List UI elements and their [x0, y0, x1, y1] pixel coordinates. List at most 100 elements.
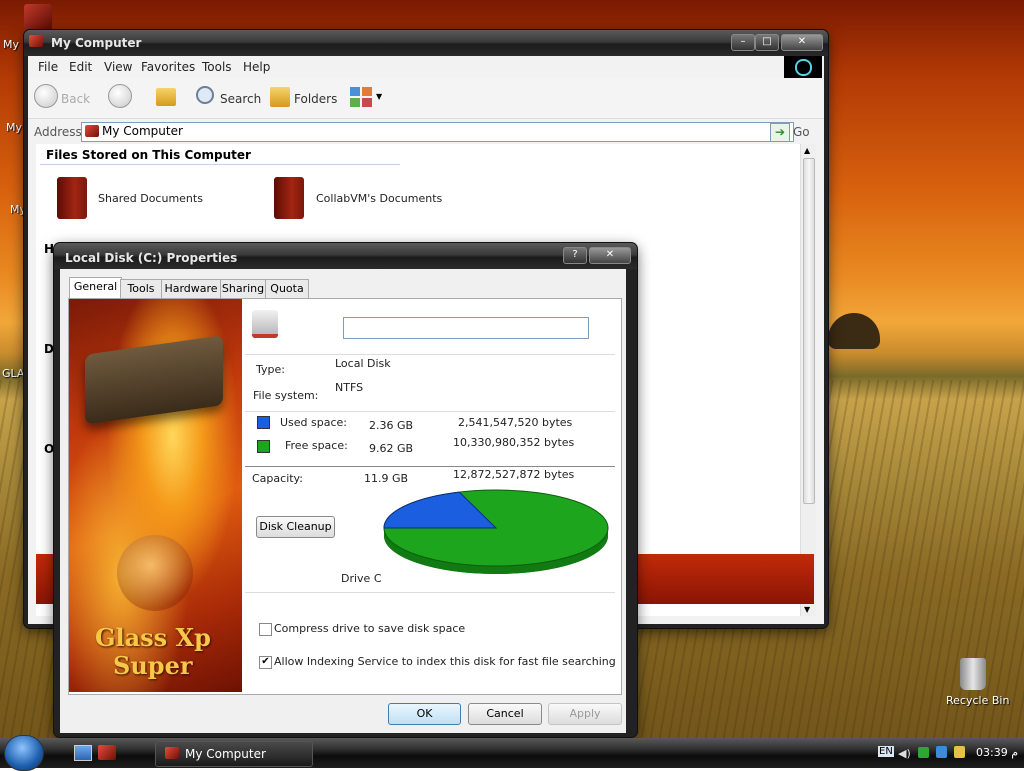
- divider-3: [245, 466, 615, 467]
- tab-sharing[interactable]: Sharing: [220, 279, 266, 299]
- used-space-label: Used space:: [280, 416, 348, 429]
- desktop-icon-my[interactable]: [24, 4, 52, 30]
- up-folder-icon[interactable]: [156, 88, 176, 106]
- disk-usage-pie: [383, 489, 609, 574]
- menu-favorites[interactable]: Favorites: [141, 60, 195, 74]
- go-label[interactable]: Go: [793, 125, 810, 139]
- back-label[interactable]: Back: [61, 92, 90, 106]
- search-label[interactable]: Search: [220, 92, 261, 106]
- used-space-gb: 2.36 GB: [369, 419, 414, 432]
- windows-orb-icon: [117, 535, 193, 611]
- collabvm-documents-label[interactable]: CollabVM's Documents: [316, 192, 442, 205]
- glass-xp-artwork: Glass Xp Super: [69, 299, 242, 692]
- dialog-titlebar[interactable]: Local Disk (C:) Properties ? ✕: [54, 243, 637, 269]
- desktop-label-1: My: [3, 38, 20, 51]
- capacity-bytes: 12,872,527,872 bytes: [453, 468, 575, 481]
- indexing-label[interactable]: Allow Indexing Service to index this dis…: [274, 655, 616, 668]
- menu-bar: File Edit View Favorites Tools Help: [28, 56, 824, 78]
- capacity-gb: 11.9 GB: [364, 472, 409, 485]
- start-orb-icon[interactable]: [4, 735, 44, 771]
- disk-cleanup-button[interactable]: Disk Cleanup: [256, 516, 335, 538]
- used-space-swatch: [257, 416, 270, 429]
- hard-drive-icon: [85, 335, 223, 425]
- back-arrow-icon[interactable]: [34, 84, 58, 108]
- menu-file[interactable]: File: [38, 60, 58, 74]
- cancel-button[interactable]: Cancel: [468, 703, 542, 725]
- security-icon[interactable]: [936, 746, 947, 758]
- shared-documents-label[interactable]: Shared Documents: [98, 192, 203, 205]
- scroll-thumb[interactable]: [803, 158, 815, 504]
- search-icon[interactable]: [196, 86, 214, 104]
- tab-tools[interactable]: Tools: [120, 279, 162, 299]
- vertical-scrollbar[interactable]: ▲ ▼: [800, 144, 816, 616]
- go-arrow-icon[interactable]: ➔: [770, 123, 790, 142]
- shared-documents-folder-icon[interactable]: [57, 177, 87, 219]
- menu-help[interactable]: Help: [243, 60, 270, 74]
- maximize-button[interactable]: □: [755, 34, 779, 51]
- free-space-label: Free space:: [285, 439, 348, 452]
- scroll-down-icon[interactable]: ▼: [804, 605, 810, 614]
- dialog-title: Local Disk (C:) Properties: [65, 251, 238, 265]
- divider-1: [245, 354, 615, 355]
- views-dropdown-icon[interactable]: ▼: [376, 92, 382, 101]
- type-value: Local Disk: [335, 357, 391, 370]
- minimize-button[interactable]: –: [731, 34, 755, 51]
- menu-tools[interactable]: Tools: [202, 60, 232, 74]
- show-desktop-icon[interactable]: [74, 745, 92, 761]
- capacity-label: Capacity:: [252, 472, 303, 485]
- file-system-value: NTFS: [335, 381, 364, 394]
- recycle-bin-label[interactable]: Recycle Bin: [946, 694, 1009, 707]
- recycle-bin-icon[interactable]: [960, 658, 986, 690]
- free-space-bytes: 10,330,980,352 bytes: [453, 436, 575, 449]
- my-computer-icon: [29, 35, 43, 47]
- file-system-label: File system:: [253, 389, 319, 402]
- tab-hardware[interactable]: Hardware: [161, 279, 221, 299]
- tab-quota[interactable]: Quota: [265, 279, 309, 299]
- compress-label[interactable]: Compress drive to save disk space: [274, 622, 465, 635]
- desktop-label-4: GLA: [2, 367, 25, 380]
- tab-general[interactable]: General: [69, 277, 122, 299]
- help-button[interactable]: ?: [563, 247, 587, 264]
- properties-dialog: Local Disk (C:) Properties ? ✕ General T…: [54, 243, 637, 737]
- used-space-bytes: 2,541,547,520 bytes: [458, 416, 573, 429]
- quicklaunch-icon[interactable]: [98, 745, 116, 760]
- free-space-swatch: [257, 440, 270, 453]
- forward-arrow-icon[interactable]: [108, 84, 132, 108]
- dialog-client: General Tools Hardware Sharing Quota Gla…: [60, 269, 626, 733]
- drive-name-input[interactable]: [343, 317, 589, 339]
- address-label: Address: [34, 125, 82, 139]
- volume-icon[interactable]: ◀): [898, 747, 911, 760]
- desktop-label-2: My: [6, 121, 23, 134]
- toolbar: Back Search Folders ▼: [28, 78, 824, 118]
- explorer-titlebar[interactable]: My Computer – □ ✕: [24, 30, 828, 56]
- ok-button[interactable]: OK: [388, 703, 461, 725]
- folders-icon[interactable]: [270, 87, 290, 107]
- language-indicator[interactable]: EN: [878, 746, 894, 757]
- update-icon[interactable]: [954, 746, 965, 758]
- clock[interactable]: 03:39 م: [976, 746, 1018, 759]
- indexing-checkbox[interactable]: ✔: [259, 656, 272, 669]
- compress-checkbox[interactable]: [259, 623, 272, 636]
- drive-label: Drive C: [341, 572, 382, 585]
- taskbar-my-computer-button[interactable]: My Computer: [155, 741, 313, 767]
- close-button[interactable]: ✕: [781, 34, 823, 51]
- divider-2: [245, 411, 615, 412]
- taskbar-my-computer-icon: [165, 747, 179, 759]
- address-input[interactable]: My Computer ▼: [81, 122, 794, 142]
- apply-button[interactable]: Apply: [548, 703, 622, 725]
- dialog-close-button[interactable]: ✕: [589, 247, 631, 264]
- menu-edit[interactable]: Edit: [69, 60, 92, 74]
- windows-logo-icon: [784, 56, 822, 78]
- section-header: Files Stored on This Computer: [46, 148, 251, 162]
- folders-label[interactable]: Folders: [294, 92, 337, 106]
- network-icon[interactable]: [918, 747, 929, 758]
- address-value: My Computer: [102, 124, 183, 138]
- views-icon[interactable]: [350, 87, 372, 107]
- free-space-gb: 9.62 GB: [369, 442, 414, 455]
- drive-icon: [252, 310, 278, 338]
- scroll-up-icon[interactable]: ▲: [804, 146, 810, 155]
- collabvm-documents-folder-icon[interactable]: [274, 177, 304, 219]
- address-bar: Address My Computer ▼ ➔ Go: [28, 118, 824, 145]
- divider-4: [245, 592, 615, 593]
- menu-view[interactable]: View: [104, 60, 132, 74]
